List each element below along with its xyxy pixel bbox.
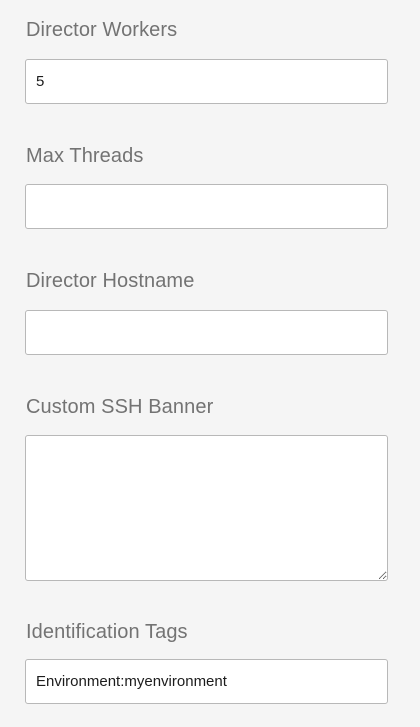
director-workers-input[interactable] (25, 59, 388, 104)
custom-ssh-banner-textarea[interactable] (25, 435, 388, 581)
custom-ssh-banner-label: Custom SSH Banner (26, 396, 214, 418)
director-workers-label: Director Workers (26, 19, 178, 41)
max-threads-label: Max Threads (26, 145, 144, 167)
max-threads-input[interactable] (25, 184, 388, 229)
identification-tags-label: Identification Tags (26, 621, 188, 643)
director-hostname-input[interactable] (25, 310, 388, 355)
identification-tags-input[interactable] (25, 659, 388, 704)
director-hostname-label: Director Hostname (26, 270, 195, 292)
director-settings-form: Director Workers Max Threads Director Ho… (0, 0, 420, 727)
